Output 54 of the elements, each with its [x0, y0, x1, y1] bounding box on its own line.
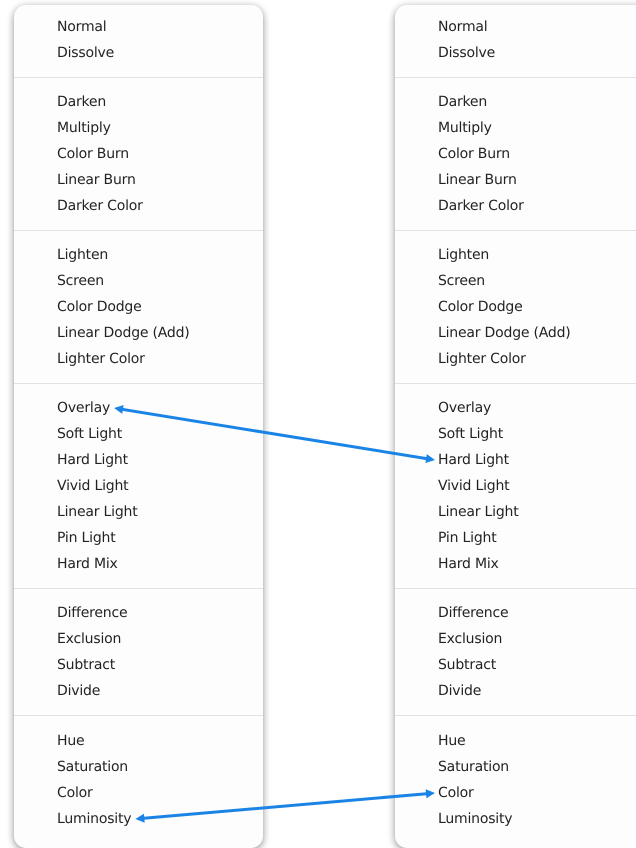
- menu-item[interactable]: Soft Light: [57, 421, 122, 447]
- menu-item[interactable]: Hard Mix: [438, 551, 499, 577]
- menu-item[interactable]: Normal: [438, 14, 488, 40]
- menu-item[interactable]: Dissolve: [57, 40, 114, 66]
- menu-item[interactable]: Divide: [57, 678, 100, 704]
- menu-item[interactable]: Lighten: [57, 242, 108, 268]
- menu-item[interactable]: Darken: [57, 89, 106, 115]
- menu-item[interactable]: Divide: [438, 678, 482, 704]
- menu-item[interactable]: Screen: [57, 268, 104, 294]
- menu-item[interactable]: Subtract: [438, 652, 496, 678]
- menu-item[interactable]: Pin Light: [57, 525, 116, 551]
- menu-item[interactable]: Linear Dodge (Add): [438, 320, 571, 346]
- menu-item[interactable]: Color: [438, 780, 474, 806]
- menu-item[interactable]: Saturation: [438, 754, 509, 780]
- menu-item[interactable]: Screen: [438, 268, 485, 294]
- menu-item[interactable]: Hard Mix: [57, 551, 118, 577]
- menu-item[interactable]: Linear Burn: [438, 167, 517, 193]
- menu-item[interactable]: Linear Light: [438, 499, 518, 525]
- menu-item[interactable]: Vivid Light: [438, 473, 510, 499]
- menu-item[interactable]: Linear Dodge (Add): [57, 320, 190, 346]
- menu-item[interactable]: Difference: [57, 600, 128, 626]
- menu-item[interactable]: Darker Color: [438, 193, 524, 219]
- menu-item[interactable]: Color: [57, 780, 93, 806]
- menu-item[interactable]: Overlay: [57, 395, 110, 421]
- menu-item[interactable]: Saturation: [57, 754, 128, 780]
- menu-item[interactable]: Hard Light: [438, 447, 509, 473]
- menu-item[interactable]: Linear Burn: [57, 167, 136, 193]
- menu-item[interactable]: Luminosity: [57, 806, 132, 832]
- menu-item[interactable]: Exclusion: [438, 626, 502, 652]
- menu-item[interactable]: Darker Color: [57, 193, 143, 219]
- menu-item[interactable]: Color Burn: [438, 141, 510, 167]
- menu-item[interactable]: Color Dodge: [438, 294, 523, 320]
- menu-item[interactable]: Difference: [438, 600, 508, 626]
- menu-item[interactable]: Lighter Color: [438, 346, 526, 372]
- menu-item[interactable]: Subtract: [57, 652, 116, 678]
- menu-item[interactable]: Dissolve: [438, 40, 496, 66]
- menu-item[interactable]: Pin Light: [438, 525, 496, 551]
- menu-item[interactable]: Exclusion: [57, 626, 122, 652]
- menu-item[interactable]: Overlay: [438, 395, 492, 421]
- menu-item[interactable]: Vivid Light: [57, 473, 128, 499]
- menu-item[interactable]: Linear Light: [57, 499, 138, 525]
- menu-item[interactable]: Color Dodge: [57, 294, 142, 320]
- menu-item[interactable]: Multiply: [438, 115, 492, 141]
- menu-item[interactable]: Color Burn: [57, 141, 129, 167]
- menu-item[interactable]: Lighten: [438, 242, 490, 268]
- menu-item[interactable]: Hard Light: [57, 447, 128, 473]
- menu-item[interactable]: Multiply: [57, 115, 111, 141]
- menu-item[interactable]: Normal: [57, 14, 106, 40]
- menu-item[interactable]: Hue: [57, 728, 84, 754]
- menu-item[interactable]: Lighter Color: [57, 346, 145, 372]
- menu-item[interactable]: Soft Light: [438, 421, 504, 447]
- menu-item[interactable]: Darken: [438, 89, 488, 115]
- menu-item[interactable]: Hue: [438, 728, 466, 754]
- menu-item[interactable]: Luminosity: [438, 806, 512, 832]
